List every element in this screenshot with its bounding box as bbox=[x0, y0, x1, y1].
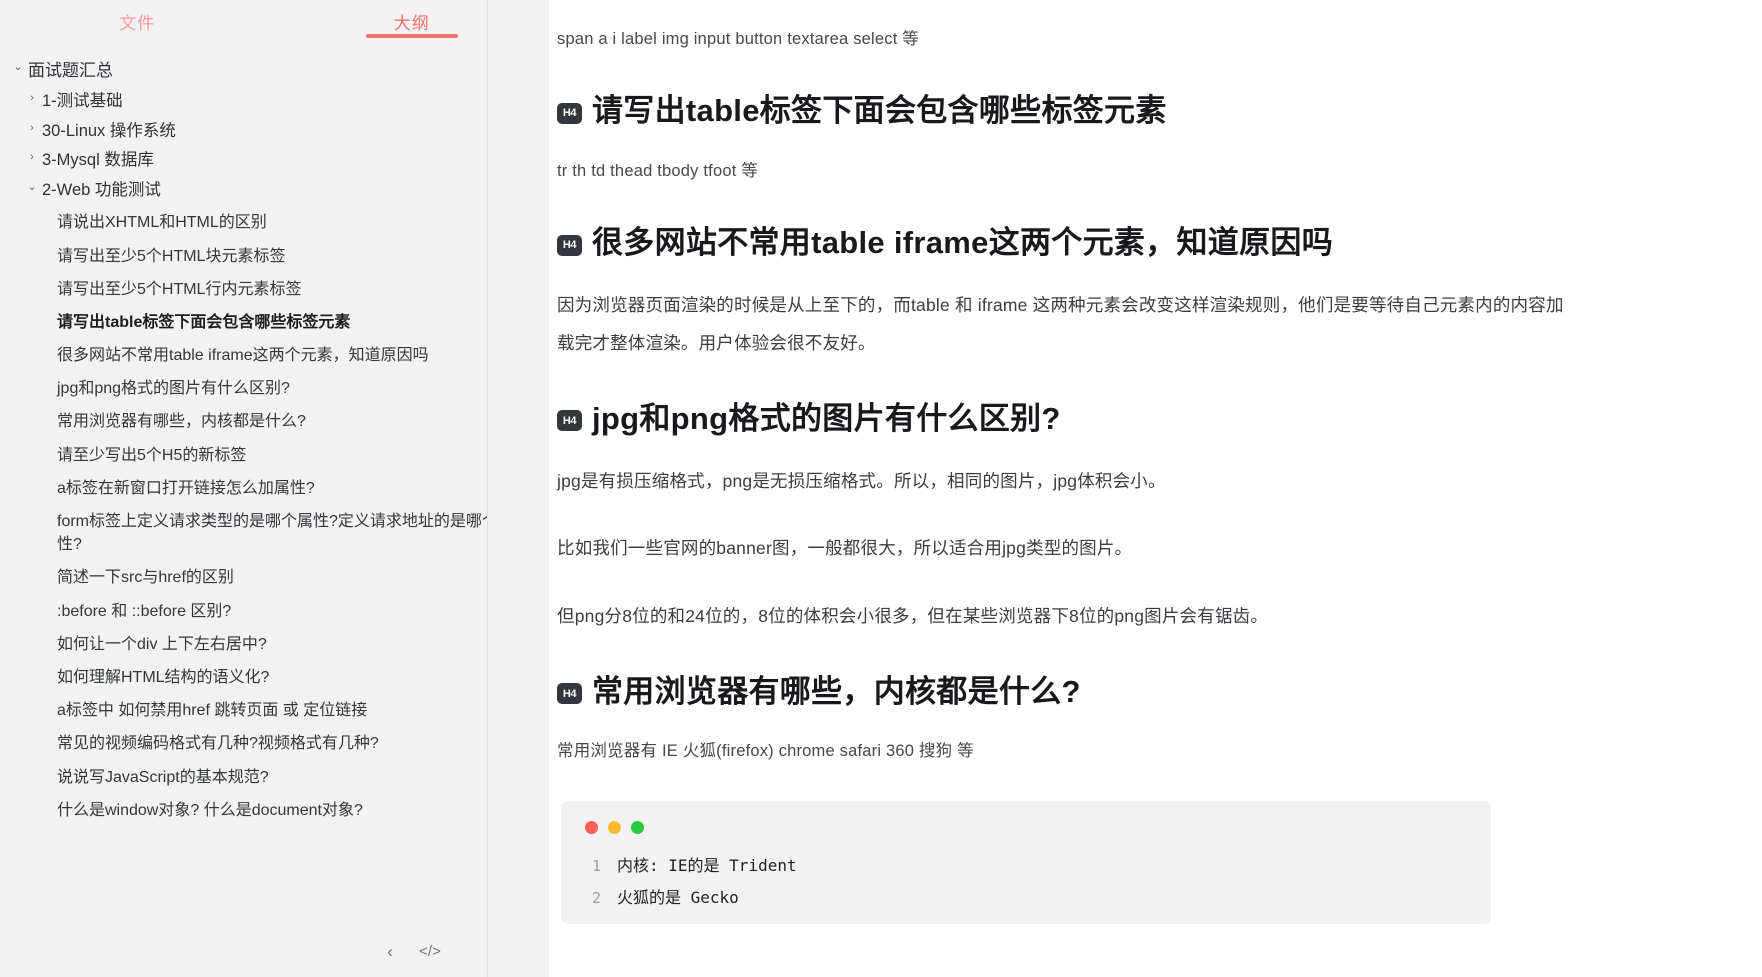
outline-item-label: 请至少写出5个H5的新标签 bbox=[57, 444, 246, 467]
outline-item-label: 如何让一个div 上下左右居中? bbox=[57, 633, 267, 656]
chevron-right-icon[interactable]: › bbox=[24, 149, 40, 167]
document-pane: span a i label img input button textarea… bbox=[549, 0, 1762, 977]
h4-badge-icon: H4 bbox=[557, 683, 582, 704]
outline-item-1[interactable]: 请写出至少5个HTML块元素标签 bbox=[0, 240, 549, 273]
outline-group-4[interactable]: ⌄ 2-Web 功能测试 bbox=[0, 176, 549, 206]
maximize-dot-icon[interactable] bbox=[631, 821, 644, 834]
outline-item-9[interactable]: form标签上定义请求类型的是哪个属性?定义请求地址的是哪个属性? bbox=[0, 505, 549, 561]
paragraph-banner: 比如我们一些官网的banner图，一般都很大，所以适合用jpg类型的图片。 bbox=[557, 530, 1569, 568]
minimize-dot-icon[interactable] bbox=[608, 821, 621, 834]
document-body: span a i label img input button textarea… bbox=[549, 0, 1629, 924]
outline-group-label: 1-测试基础 bbox=[42, 90, 123, 114]
outline-item-label: :before 和 ::before 区别? bbox=[57, 600, 231, 623]
outline-item-label: a标签在新窗口打开链接怎么加属性? bbox=[57, 477, 315, 500]
outline-item-14[interactable]: a标签中 如何禁用href 跳转页面 或 定位链接 bbox=[0, 694, 549, 727]
outline-node-root[interactable]: ⌄ 面试题汇总 bbox=[0, 56, 549, 87]
outline-item-label: 简述一下src与href的区别 bbox=[57, 566, 234, 589]
outline-item-label: 请写出至少5个HTML行内元素标签 bbox=[57, 278, 301, 301]
collapse-sidebar-button[interactable]: ‹ bbox=[379, 940, 401, 962]
outline-item-5[interactable]: jpg和png格式的图片有什么区别? bbox=[0, 372, 549, 405]
h4-badge-icon: H4 bbox=[557, 103, 582, 124]
code-line-text: 火狐的是 Gecko bbox=[617, 882, 739, 914]
outline-item-label: 请写出至少5个HTML块元素标签 bbox=[57, 245, 285, 268]
h4-badge-icon: H4 bbox=[557, 410, 582, 431]
outline-item-12[interactable]: 如何让一个div 上下左右居中? bbox=[0, 628, 549, 661]
tab-active-underline bbox=[366, 34, 458, 38]
outline-item-label: 什么是window对象? 什么是document对象? bbox=[57, 799, 363, 822]
outline-item-7[interactable]: 请至少写出5个H5的新标签 bbox=[0, 439, 549, 472]
tab-outline-label: 大纲 bbox=[394, 9, 430, 34]
paragraph-inline-tags: span a i label img input button textarea… bbox=[557, 24, 1569, 55]
outline-item-label: a标签中 如何禁用href 跳转页面 或 定位链接 bbox=[57, 699, 367, 722]
outline-tree: ⌄ 面试题汇总 › 1-测试基础 › 30-Linux 操作系统 › 3-Mys… bbox=[0, 42, 549, 977]
outline-item-6[interactable]: 常用浏览器有哪些，内核都是什么? bbox=[0, 405, 549, 438]
heading-table-iframe: H4 很多网站不常用table iframe这两个元素，知道原因吗 bbox=[557, 223, 1569, 263]
sidebar-right-gutter bbox=[488, 0, 549, 977]
heading-text: 请写出table标签下面会包含哪些标签元素 bbox=[592, 91, 1167, 131]
heading-text: 很多网站不常用table iframe这两个元素，知道原因吗 bbox=[592, 223, 1333, 263]
outline-item-label: 常见的视频编码格式有几种?视频格式有几种? bbox=[57, 732, 379, 755]
outline-item-0[interactable]: 请说出XHTML和HTML的区别 bbox=[0, 206, 549, 239]
h4-badge-icon: H4 bbox=[557, 235, 582, 256]
code-window-controls bbox=[561, 817, 1491, 850]
heading-browsers: H4 常用浏览器有哪些，内核都是什么? bbox=[557, 672, 1569, 712]
outline-node-label: 面试题汇总 bbox=[28, 59, 113, 84]
code-line: 2 火狐的是 Gecko bbox=[561, 882, 1491, 914]
chevron-down-icon[interactable]: ⌄ bbox=[24, 179, 40, 197]
tab-files-label: 文件 bbox=[119, 9, 155, 34]
outline-item-label: 常用浏览器有哪些，内核都是什么? bbox=[57, 410, 306, 433]
chevron-right-icon[interactable]: › bbox=[24, 120, 40, 138]
outline-item-3[interactable]: 请写出table标签下面会包含哪些标签元素 bbox=[0, 306, 549, 339]
close-dot-icon[interactable] bbox=[585, 821, 598, 834]
outline-group-3[interactable]: › 3-Mysql 数据库 bbox=[0, 146, 549, 176]
heading-table-tags: H4 请写出table标签下面会包含哪些标签元素 bbox=[557, 91, 1569, 131]
chevron-down-icon[interactable]: ⌄ bbox=[10, 59, 26, 77]
code-line: 1 内核: IE的是 Trident bbox=[561, 850, 1491, 882]
outline-item-label: 请写出table标签下面会包含哪些标签元素 bbox=[57, 311, 350, 334]
source-code-button[interactable]: </> bbox=[419, 940, 441, 962]
heading-text: jpg和png格式的图片有什么区别? bbox=[592, 399, 1061, 439]
outline-item-10[interactable]: 简述一下src与href的区别 bbox=[0, 561, 549, 594]
paragraph-table-tags: tr th td thead tbody tfoot 等 bbox=[557, 156, 1569, 187]
outline-item-4[interactable]: 很多网站不常用table iframe这两个元素，知道原因吗 bbox=[0, 339, 549, 372]
code-line-number: 1 bbox=[561, 851, 617, 881]
paragraph-png-bits: 但png分8位的和24位的，8位的体积会小很多，但在某些浏览器下8位的png图片… bbox=[557, 598, 1569, 636]
code-line-number: 2 bbox=[561, 883, 617, 913]
outline-group-2[interactable]: › 30-Linux 操作系统 bbox=[0, 117, 549, 147]
paragraph-browser-list: 常用浏览器有 IE 火狐(firefox) chrome safari 360 … bbox=[557, 736, 1569, 767]
app-root: 文件 大纲 ⌄ 面试题汇总 › 1-测试基础 › 30-Linux 操作系 bbox=[0, 0, 1762, 977]
outline-item-label: 很多网站不常用table iframe这两个元素，知道原因吗 bbox=[57, 344, 429, 367]
outline-group-label: 30-Linux 操作系统 bbox=[42, 120, 176, 144]
code-icon: </> bbox=[419, 944, 441, 959]
paragraph-jpg-lossy: jpg是有损压缩格式，png是无损压缩格式。所以，相同的图片，jpg体积会小。 bbox=[557, 463, 1569, 501]
outline-item-17[interactable]: 什么是window对象? 什么是document对象? bbox=[0, 794, 549, 827]
outline-item-15[interactable]: 常见的视频编码格式有几种?视频格式有几种? bbox=[0, 727, 549, 760]
tab-files[interactable]: 文件 bbox=[0, 0, 275, 42]
outline-item-8[interactable]: a标签在新窗口打开链接怎么加属性? bbox=[0, 472, 549, 505]
outline-group-1[interactable]: › 1-测试基础 bbox=[0, 87, 549, 117]
outline-item-label: jpg和png格式的图片有什么区别? bbox=[57, 377, 290, 400]
heading-jpg-png: H4 jpg和png格式的图片有什么区别? bbox=[557, 399, 1569, 439]
document-scrollbar[interactable] bbox=[1755, 0, 1762, 977]
outline-item-11[interactable]: :before 和 ::before 区别? bbox=[0, 595, 549, 628]
outline-item-label: form标签上定义请求类型的是哪个属性?定义请求地址的是哪个属性? bbox=[57, 510, 523, 556]
outline-item-label: 说说写JavaScript的基本规范? bbox=[57, 766, 269, 789]
code-block: 1 内核: IE的是 Trident 2 火狐的是 Gecko bbox=[561, 801, 1491, 924]
outline-item-16[interactable]: 说说写JavaScript的基本规范? bbox=[0, 761, 549, 794]
outline-group-label: 2-Web 功能测试 bbox=[42, 179, 161, 203]
sidebar: 文件 大纲 ⌄ 面试题汇总 › 1-测试基础 › 30-Linux 操作系 bbox=[0, 0, 549, 977]
code-line-text: 内核: IE的是 Trident bbox=[617, 850, 797, 882]
chevron-right-icon[interactable]: › bbox=[24, 90, 40, 108]
outline-item-label: 如何理解HTML结构的语义化? bbox=[57, 666, 269, 689]
outline-group-label: 3-Mysql 数据库 bbox=[42, 149, 154, 173]
paragraph-render-rule: 因为浏览器页面渲染的时候是从上至下的，而table 和 iframe 这两种元素… bbox=[557, 287, 1569, 362]
heading-text: 常用浏览器有哪些，内核都是什么? bbox=[592, 672, 1081, 712]
outline-item-label: 请说出XHTML和HTML的区别 bbox=[57, 211, 267, 234]
sidebar-tabbar: 文件 大纲 bbox=[0, 0, 549, 42]
outline-item-13[interactable]: 如何理解HTML结构的语义化? bbox=[0, 661, 549, 694]
chevron-left-icon: ‹ bbox=[387, 943, 393, 960]
sidebar-divider bbox=[487, 0, 488, 977]
outline-pane: ⌄ 面试题汇总 › 1-测试基础 › 30-Linux 操作系统 › 3-Mys… bbox=[0, 42, 549, 977]
outline-item-2[interactable]: 请写出至少5个HTML行内元素标签 bbox=[0, 273, 549, 306]
